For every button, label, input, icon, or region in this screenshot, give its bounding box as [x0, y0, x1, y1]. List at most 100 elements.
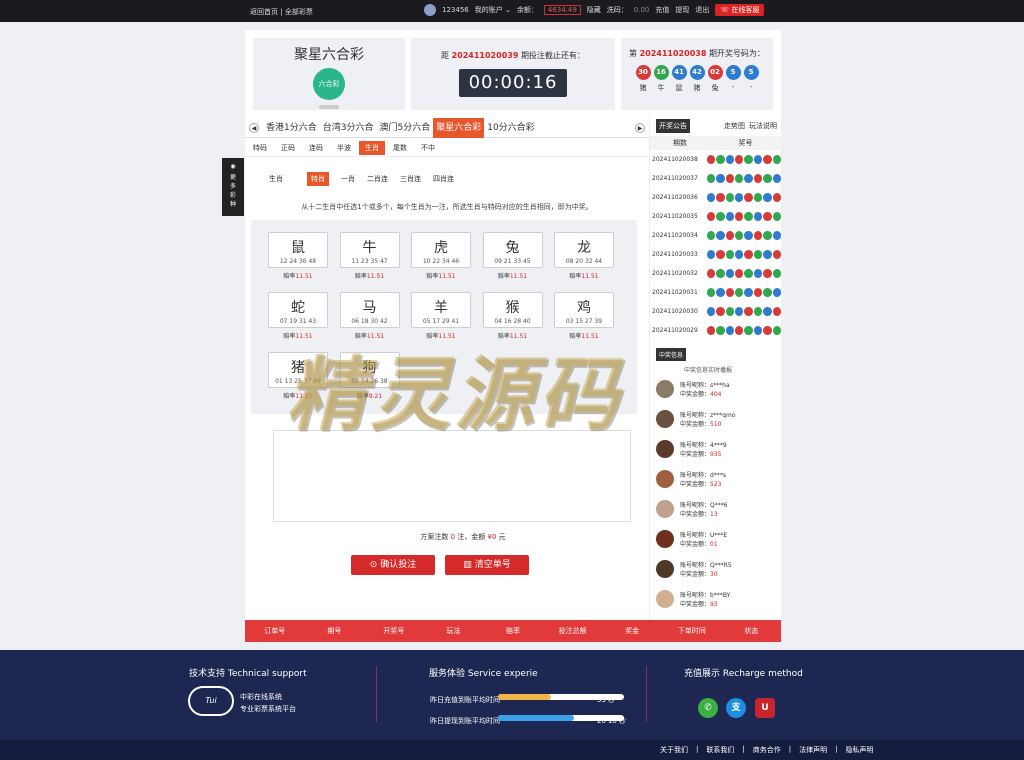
game-title-box: 聚星六合彩 六合彩	[253, 38, 405, 110]
hide-balance-button[interactable]: 隐藏	[587, 5, 601, 15]
tab-game-1[interactable]: 台湾3分六合	[320, 118, 377, 138]
withdraw-link[interactable]: 提现	[675, 5, 689, 15]
tab-game-3[interactable]: 聚星六合彩	[433, 117, 485, 138]
winner-avatar	[656, 380, 674, 398]
zodiac-cell[interactable]: 兔 09 21 33 45 赔率11.51	[482, 232, 543, 280]
history-ball-icon	[716, 288, 725, 297]
orders-column-header: 状态	[744, 627, 759, 635]
zodiac-cell[interactable]: 虎 10 22 34 46 赔率11.51	[411, 232, 471, 280]
history-ball-icon	[706, 269, 716, 278]
support-line2: 专业彩票系统平台	[240, 705, 296, 713]
winner-avatar	[656, 560, 674, 578]
zodiac-numbers: 12 24 36 48	[279, 258, 317, 265]
all-lottery-link[interactable]: 全部彩票	[285, 8, 313, 16]
history-ball-icon	[716, 231, 725, 240]
orders-column-header: 订单号	[264, 627, 286, 635]
tab-play-0[interactable]: 特码	[247, 141, 273, 155]
tab-play-5[interactable]: 尾数	[387, 141, 413, 155]
history-ball-icon	[763, 212, 772, 221]
winner-item: 账号昵称：Q***R5 中奖金额：30	[650, 554, 781, 584]
winner-item: 账号昵称：U***E 中奖金额：01	[650, 524, 781, 554]
footer-link-business[interactable]: 商务合作	[753, 745, 781, 755]
tab-sub-2[interactable]: 二肖连	[367, 174, 388, 184]
home-link[interactable]: 返回首页	[250, 8, 278, 16]
tab-rules[interactable]: 玩法说明	[749, 121, 777, 131]
logout-link[interactable]: 退出	[695, 5, 709, 15]
result-ball: 5	[725, 65, 741, 80]
history-ball-icon	[772, 288, 781, 297]
svc1-value: 53 秒	[597, 696, 616, 704]
history-header: 期数 奖号	[650, 136, 781, 150]
online-service-button[interactable]: ☏ 在线客服	[715, 4, 765, 16]
zodiac-cell[interactable]: 鼠 12 24 36 48 赔率11.51	[268, 232, 328, 280]
my-account-menu[interactable]: 我的账户 ⌄	[475, 5, 511, 15]
history-ball-icon	[744, 212, 753, 221]
history-ball-icon	[716, 326, 725, 335]
right-tabs: 开奖公告 走势图 玩法说明	[650, 116, 781, 136]
result-ball: 02	[707, 65, 723, 80]
history-ball-icon	[706, 288, 716, 297]
result-ball: 30	[635, 65, 651, 80]
zodiac-option-box[interactable]: 蛇 07 19 31 43	[268, 292, 328, 328]
tabs-prev-icon[interactable]: ◀	[249, 122, 259, 133]
tab-play-1[interactable]: 正码	[275, 141, 301, 155]
footer-link-about[interactable]: 关于我们	[660, 745, 688, 755]
confirm-bet-button[interactable]: ⊙ 确认投注	[351, 555, 435, 575]
footer-link-contact[interactable]: 联系我们	[706, 745, 734, 755]
tab-game-0[interactable]: 香港1分六合	[263, 118, 320, 138]
zodiac-name: 蛇	[291, 300, 305, 316]
result-ball: 42	[689, 65, 705, 80]
zodiac-numbers: 11 23 35 47	[351, 258, 388, 265]
orders-header-bar: 订单号 期号 开奖号 玩法 赔率 投注总额 奖金 下单时间 状态	[245, 620, 781, 642]
tab-play-2[interactable]: 连码	[303, 141, 329, 155]
zodiac-name: 龙	[577, 240, 591, 256]
zodiac-numbers: 04 16 28 40	[494, 318, 531, 325]
zodiac-numbers: 08 20 32 44	[565, 258, 603, 265]
recharge-link[interactable]: 充值	[655, 5, 669, 15]
orders-column-header: 玩法	[446, 627, 461, 635]
zodiac-cell[interactable]: 龙 08 20 32 44 赔率11.51	[554, 232, 614, 280]
tab-play-6[interactable]: 不中	[415, 141, 441, 155]
zodiac-numbers: 10 22 34 46	[422, 258, 460, 265]
history-ball-icon	[772, 212, 781, 221]
result-zodiacs: 猪牛鼠猪兔--	[621, 83, 773, 93]
history-row: 202411020030	[650, 302, 781, 321]
zodiac-numbers: 03 15 27 39	[565, 318, 603, 325]
history-ball-icon	[753, 231, 763, 240]
zodiac-option-box[interactable]: 龙 08 20 32 44	[554, 232, 614, 268]
history-ball-icon	[706, 155, 716, 164]
zodiac-cell[interactable]: 牛 11 23 35 47 赔率11.51	[339, 232, 400, 280]
zodiac-option-box[interactable]: 牛 11 23 35 47	[339, 232, 400, 268]
zodiac-option-box[interactable]: 兔 09 21 33 45	[482, 232, 543, 268]
winners-list: 账号昵称：s***ha 中奖金额：404 账号昵称：z***qmo 中奖金额：510 账…	[650, 374, 781, 614]
zodiac-option-box[interactable]: 羊 05 17 29 41	[411, 292, 471, 328]
tab-game-4[interactable]: 10分六合彩	[484, 118, 537, 138]
zodiac-option-box[interactable]: 鸡 03 15 27 39	[554, 292, 614, 328]
footer-link-privacy[interactable]: 隐私声明	[845, 745, 873, 755]
tab-sub-3[interactable]: 三肖连	[400, 174, 421, 184]
zodiac-option-box[interactable]: 猴 04 16 28 40	[482, 292, 543, 328]
tab-sub-4[interactable]: 四肖连	[433, 174, 454, 184]
history-ball-icon	[772, 269, 781, 278]
footer-link-legal[interactable]: 法律声明	[799, 745, 827, 755]
history-period: 202411020035	[652, 213, 698, 220]
tab-game-2[interactable]: 澳门5分六合	[376, 118, 433, 138]
tabs-next-icon[interactable]: ▶	[635, 122, 645, 133]
history-ball-icon	[706, 307, 716, 316]
clear-bet-button[interactable]: ▥ 清空单号	[445, 555, 529, 575]
zodiac-name: 猴	[505, 300, 520, 316]
svc1-label: 昨日充值到账平均时间	[430, 696, 500, 704]
tab-trend-chart[interactable]: 走势图	[724, 121, 745, 131]
zodiac-option-box[interactable]: 虎 10 22 34 46	[411, 232, 471, 268]
zodiac-name: 羊	[434, 300, 448, 316]
tab-sub-0[interactable]: 特肖	[307, 172, 329, 186]
winners-label: 中奖信息	[656, 348, 687, 361]
tab-play-3[interactable]: 半波	[331, 141, 357, 155]
more-lottery-button[interactable]: ◉ 更多彩种	[222, 158, 244, 216]
tab-play-4[interactable]: 生肖	[359, 141, 385, 155]
zodiac-option-box[interactable]: 马 06 18 30 42	[339, 292, 400, 328]
tab-draw-announcement[interactable]: 开奖公告	[656, 119, 690, 133]
tab-sub-1[interactable]: 一肖	[341, 174, 355, 184]
zodiac-name: 牛	[362, 240, 377, 256]
zodiac-option-box[interactable]: 鼠 12 24 36 48	[268, 232, 328, 268]
